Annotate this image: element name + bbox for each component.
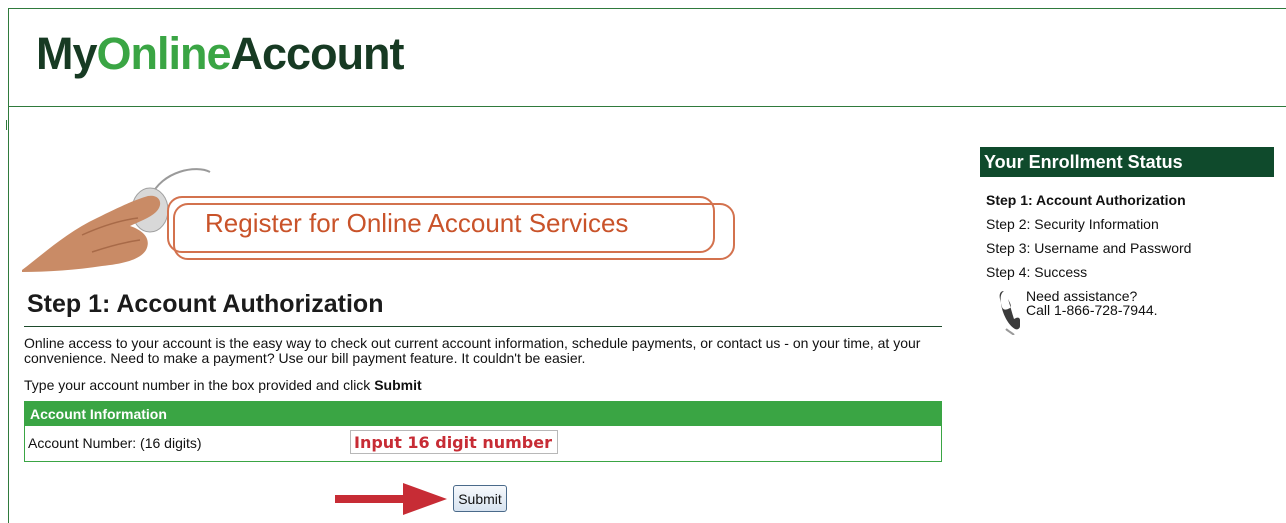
assistance-text: Need assistance? Call 1-866-728-7944. [1026,289,1158,317]
enrollment-step-1: Step 1: Account Authorization [986,192,1186,208]
instruction-text-main: Type your account number in the box prov… [24,377,375,393]
frame-top-border [8,8,1286,9]
enrollment-step-3: Step 3: Username and Password [986,240,1192,256]
account-number-input[interactable] [350,430,558,454]
account-information-header: Account Information [25,402,941,426]
instruction-text: Type your account number in the box prov… [24,377,422,393]
enrollment-step-4: Step 4: Success [986,264,1088,280]
header-divider [8,106,1286,107]
instruction-text-bold: Submit [374,377,422,393]
assistance-line-1: Need assistance? [1026,288,1138,304]
enrollment-status-header: Your Enrollment Status [980,147,1274,177]
site-logo[interactable]: MyOnlineAccount [36,26,405,82]
logo-part-account: Account [230,28,405,79]
frame-left-border [8,8,9,523]
account-number-label: Account Number: (16 digits) [28,435,202,451]
title-divider [24,326,942,327]
intro-text: Online access to your account is the eas… [24,335,921,366]
logo-part-my: My [36,28,98,79]
logo-part-online: Online [96,28,232,79]
enrollment-step-2: Step 2: Security Information [986,216,1159,232]
page-title: Step 1: Account Authorization [27,290,384,318]
phone-icon [999,291,1020,335]
frame-tick [6,120,10,130]
enrollment-steps-list: Step 1: Account Authorization Step 2: Se… [986,191,1191,287]
banner-title: Register for Online Account Services [205,208,629,238]
arrow-right-icon [335,483,447,515]
account-information-panel: Account Information Account Number: (16 … [24,401,942,462]
submit-button[interactable]: Submit [453,485,507,512]
assistance-phone[interactable]: Call 1-866-728-7944. [1026,303,1158,317]
account-number-row: Account Number: (16 digits) [25,426,941,461]
